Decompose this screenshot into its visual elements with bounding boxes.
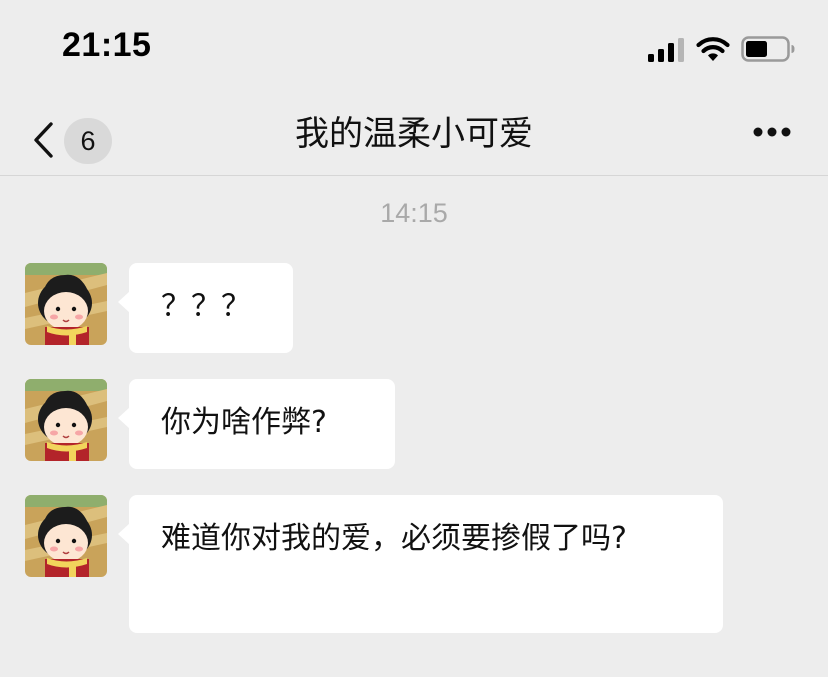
message-bubble[interactable]: 难道你对我的爱，必须要掺假了吗? bbox=[118, 495, 723, 633]
message-row: 难道你对我的爱，必须要掺假了吗? bbox=[0, 495, 828, 633]
avatar[interactable] bbox=[25, 379, 107, 461]
more-dots-icon bbox=[753, 127, 791, 137]
signal-icon bbox=[648, 38, 684, 62]
battery-icon bbox=[741, 36, 795, 62]
status-time: 21:15 bbox=[62, 26, 152, 64]
avatar[interactable] bbox=[25, 263, 107, 345]
more-button[interactable] bbox=[740, 112, 804, 152]
chat-header: 6 我的温柔小可爱 bbox=[0, 96, 828, 176]
message-row: ？？？ bbox=[0, 263, 828, 353]
bubble-tail bbox=[118, 291, 130, 313]
message-text: 难道你对我的爱，必须要掺假了吗? bbox=[161, 521, 627, 556]
message-row: 你为啥作弊? bbox=[0, 379, 828, 469]
message-text: 你为啥作弊? bbox=[161, 405, 327, 440]
wifi-icon bbox=[696, 37, 730, 61]
message-timestamp: 14:15 bbox=[380, 198, 448, 228]
chat-title: 我的温柔小可爱 bbox=[295, 114, 533, 154]
status-bar: 21:15 bbox=[0, 0, 828, 96]
message-bubble[interactable]: 你为啥作弊? bbox=[118, 379, 395, 469]
bubble-tail bbox=[118, 523, 130, 545]
message-bubble[interactable]: ？？？ bbox=[118, 263, 293, 353]
bubble-tail bbox=[118, 407, 130, 429]
message-text: ？？？ bbox=[161, 289, 251, 324]
avatar[interactable] bbox=[25, 495, 107, 577]
